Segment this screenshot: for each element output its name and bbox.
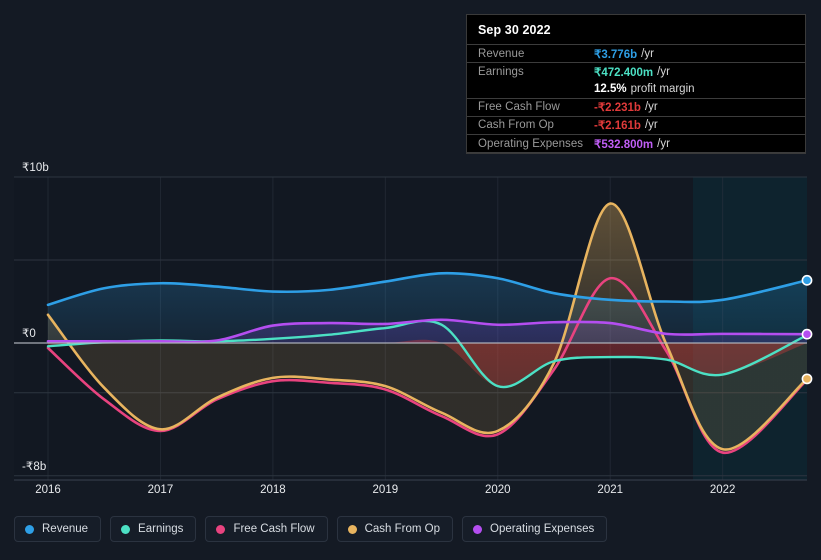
tooltip-row: Free Cash Flow -₹2.231b/yr: [467, 97, 805, 116]
legend-color-dot-icon: [25, 524, 34, 534]
legend-item-cash-from-op[interactable]: Cash From Op: [336, 516, 454, 542]
x-axis-tick: 2017: [147, 484, 174, 496]
tooltip-margin-label: profit margin: [630, 82, 695, 95]
legend-color-dot-icon: [473, 524, 483, 534]
tooltip-row: Earnings ₹472.400m/yr: [467, 62, 805, 80]
x-axis-tick: 2022: [709, 484, 736, 496]
tooltip-row-value: ₹3.776b: [594, 48, 638, 61]
x-axis-tick: 2021: [597, 484, 624, 496]
x-axis-tick: 2019: [372, 484, 399, 496]
chart-legend: Revenue Earnings Free Cash Flow Cash From O…: [14, 516, 608, 542]
tooltip-row-label: Cash From Op: [478, 119, 555, 132]
tooltip-bottom-divider: [467, 152, 805, 154]
tooltip-row: Revenue ₹3.776b/yr: [467, 44, 805, 62]
tooltip-row-value: -₹2.161b: [594, 120, 641, 133]
tooltip-profit-margin-row: 12.5% profit margin: [467, 80, 805, 97]
tooltip-row-value: ₹532.800m: [594, 138, 654, 151]
y-axis-tick: -₹8b: [22, 461, 47, 473]
tooltip-row-unit: /yr: [644, 119, 658, 132]
legend-item-revenue[interactable]: Revenue: [14, 516, 102, 542]
tooltip-row: Operating Expenses ₹532.800m/yr: [467, 133, 805, 152]
tooltip-row-value: ₹472.400m: [594, 66, 654, 79]
legend-item-label: Free Cash Flow: [233, 523, 315, 535]
tooltip-row-unit: /yr: [657, 65, 670, 78]
x-axis-tick: 2018: [260, 484, 286, 496]
tooltip-row: Cash From Op -₹2.161b/yr: [467, 115, 805, 134]
legend-item-label: Operating Expenses: [490, 523, 595, 535]
x-axis-tick: 2020: [484, 484, 511, 496]
legend-item-earnings[interactable]: Earnings: [110, 516, 197, 542]
tooltip-row-value: -₹2.231b: [594, 102, 641, 115]
tooltip-row-unit: /yr: [657, 137, 670, 150]
tooltip-row-label: Earnings: [478, 65, 524, 78]
legend-item-free-cash-flow[interactable]: Free Cash Flow: [205, 516, 328, 542]
tooltip-margin-value: 12.5%: [594, 82, 627, 95]
tooltip-row-unit: /yr: [644, 101, 658, 114]
legend-color-dot-icon: [216, 524, 226, 534]
legend-item-label: Revenue: [42, 523, 89, 535]
tooltip-row-label: Operating Expenses: [478, 137, 584, 150]
y-axis-tick: ₹10b: [22, 162, 49, 174]
legend-item-label: Cash From Op: [364, 523, 441, 535]
tooltip-row-label: Revenue: [478, 47, 525, 60]
tooltip-row-label: Free Cash Flow: [478, 101, 560, 114]
financial-chart-page: ₹10b ₹0 -₹8b 2016 2017 2018 2019 2020 2021 2022 …: [0, 0, 821, 560]
x-axis-tick: 2016: [35, 484, 61, 496]
legend-item-operating-expenses[interactable]: Operating Expenses: [462, 516, 608, 542]
legend-item-label: Earnings: [138, 523, 184, 535]
tooltip-date: Sep 30 2022: [478, 23, 551, 37]
chart-tooltip: Sep 30 2022 Revenue ₹3.776b/yr Earnings ₹47…: [466, 14, 806, 155]
y-axis-tick: ₹0: [22, 328, 36, 340]
legend-color-dot-icon: [121, 524, 131, 534]
tooltip-row-unit: /yr: [641, 47, 654, 60]
legend-color-dot-icon: [347, 524, 357, 534]
tooltip-rows: Revenue ₹3.776b/yr Earnings ₹472.400m/yr 12.…: [467, 44, 805, 154]
